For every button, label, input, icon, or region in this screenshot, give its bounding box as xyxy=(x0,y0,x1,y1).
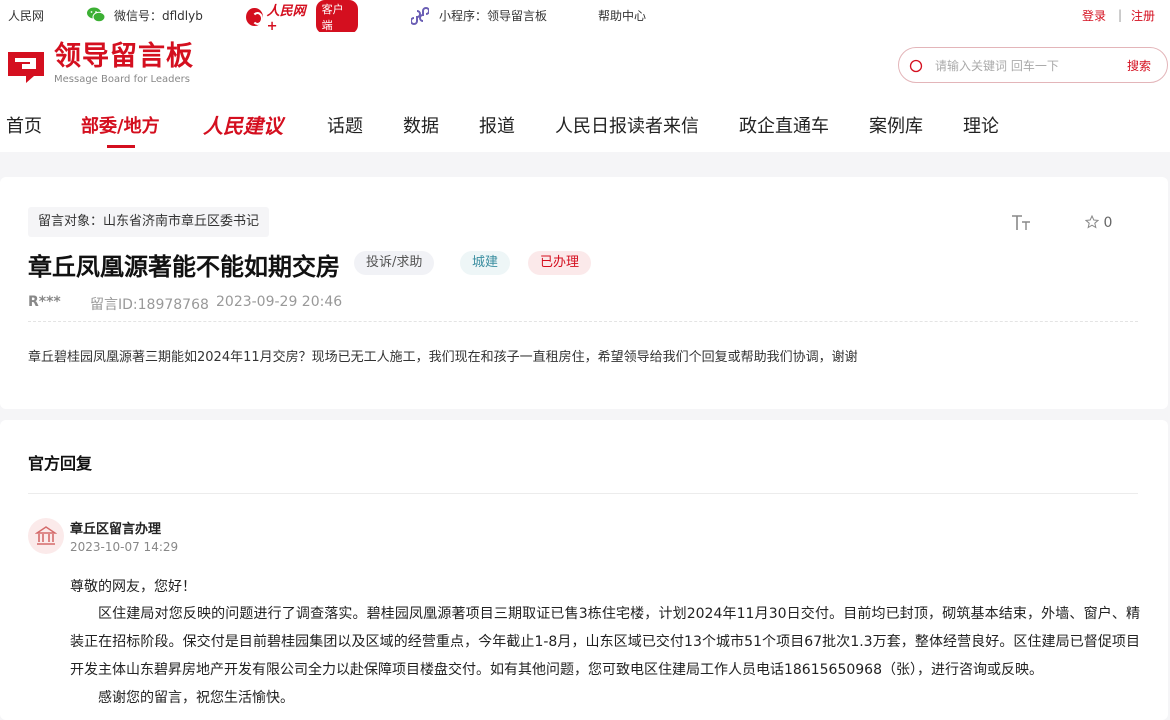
mini-program-icon xyxy=(411,7,429,25)
message-target: 留言对象：山东省济南市章丘区委书记 xyxy=(28,207,270,237)
government-building-icon xyxy=(35,526,57,545)
nav-reader-letters[interactable]: 人民日报读者来信 xyxy=(555,112,699,138)
font-size-icon[interactable] xyxy=(1010,213,1032,233)
wechat-icon xyxy=(87,7,106,23)
search-box: 搜索 xyxy=(898,47,1168,83)
message-time: 2023-09-29 20:46 xyxy=(216,294,343,310)
favorite-count: 0 xyxy=(1103,215,1113,231)
site-link[interactable]: 人民网 xyxy=(8,8,44,24)
search-button[interactable]: 搜索 xyxy=(1127,57,1151,74)
avatar xyxy=(28,518,64,554)
nav-enterprise-channel[interactable]: 政企直通车 xyxy=(739,112,829,138)
nav-ministries-local[interactable]: 部委/地方 xyxy=(81,112,160,138)
nav-active-underline xyxy=(107,145,135,148)
logo-title: 领导留言板 xyxy=(54,41,194,72)
nav-data[interactable]: 数据 xyxy=(403,112,439,138)
client-badge: 客户端 xyxy=(315,0,359,34)
site-logo-icon[interactable] xyxy=(6,50,46,84)
brand-script: 人民网+ xyxy=(266,4,306,34)
people-app-logo-icon xyxy=(246,8,263,26)
reply-divider xyxy=(28,493,1138,494)
status-badge: 已办理 xyxy=(528,251,592,275)
tag-type[interactable]: 投诉/求助 xyxy=(354,251,435,275)
nav-home[interactable]: 首页 xyxy=(6,112,42,138)
wechat-id: 微信号：dfldlyb xyxy=(114,9,203,23)
client-app-link[interactable]: 人民网+ 客户端 xyxy=(246,0,359,34)
login-link[interactable]: 登录 xyxy=(1082,8,1106,24)
help-center-link[interactable]: 帮助中心 xyxy=(598,8,646,24)
reply-paragraph: 区住建局对您反映的问题进行了调查落实。碧桂园凤凰源著项目三期取证已售3栋住宅楼，… xyxy=(70,606,1140,678)
nav-case-library[interactable]: 案例库 xyxy=(869,112,923,138)
reply-greeting: 尊敬的网友，您好！ xyxy=(70,579,196,595)
search-icon xyxy=(909,59,923,73)
nav-topics[interactable]: 话题 xyxy=(327,112,363,138)
tag-category[interactable]: 城建 xyxy=(460,251,511,275)
reply-card: 官方回复 章丘区留言办理 2023-10-07 14:29 尊敬的网友，您好！ … xyxy=(0,420,1168,720)
message-user: R*** xyxy=(28,294,61,310)
search-input[interactable] xyxy=(935,56,1115,76)
nav-reports[interactable]: 报道 xyxy=(479,112,515,138)
message-id: 留言ID:18978768 xyxy=(90,297,209,313)
reply-thanks: 感谢您的留言，祝您生活愉快。 xyxy=(98,690,294,706)
reply-org-name: 章丘区留言办理 xyxy=(70,522,162,537)
message-divider xyxy=(28,321,1138,322)
nav-people-suggestions[interactable]: 人民建议 xyxy=(203,110,283,139)
favorite-button[interactable]: 0 xyxy=(1085,215,1112,231)
nav-theory[interactable]: 理论 xyxy=(963,112,999,138)
logo-subtitle: Message Board for Leaders xyxy=(54,74,191,85)
star-icon xyxy=(1085,215,1099,229)
login-separator: | xyxy=(1118,8,1123,22)
mini-program-link[interactable]: 小程序：领导留言板 xyxy=(439,8,547,24)
register-link[interactable]: 注册 xyxy=(1131,8,1155,24)
message-card: 留言对象：山东省济南市章丘区委书记 0 章丘凤凰源著能不能如期交房 投诉/求助 … xyxy=(0,177,1168,409)
message-body: 章丘碧桂园凤凰源著三期能如2024年11月交房？现场已无工人施工，我们现在和孩子… xyxy=(28,350,858,365)
reply-heading: 官方回复 xyxy=(28,454,93,473)
message-title: 章丘凤凰源著能不能如期交房 xyxy=(28,253,340,281)
reply-time: 2023-10-07 14:29 xyxy=(70,540,179,554)
main-nav: 首页 部委/地方 人民建议 话题 数据 报道 人民日报读者来信 政企直通车 案例… xyxy=(0,100,1170,150)
top-bar: 人民网 微信号：dfldlyb 人民网+ 客户端 小程序：领导留言板 帮助中心 … xyxy=(0,0,1170,34)
